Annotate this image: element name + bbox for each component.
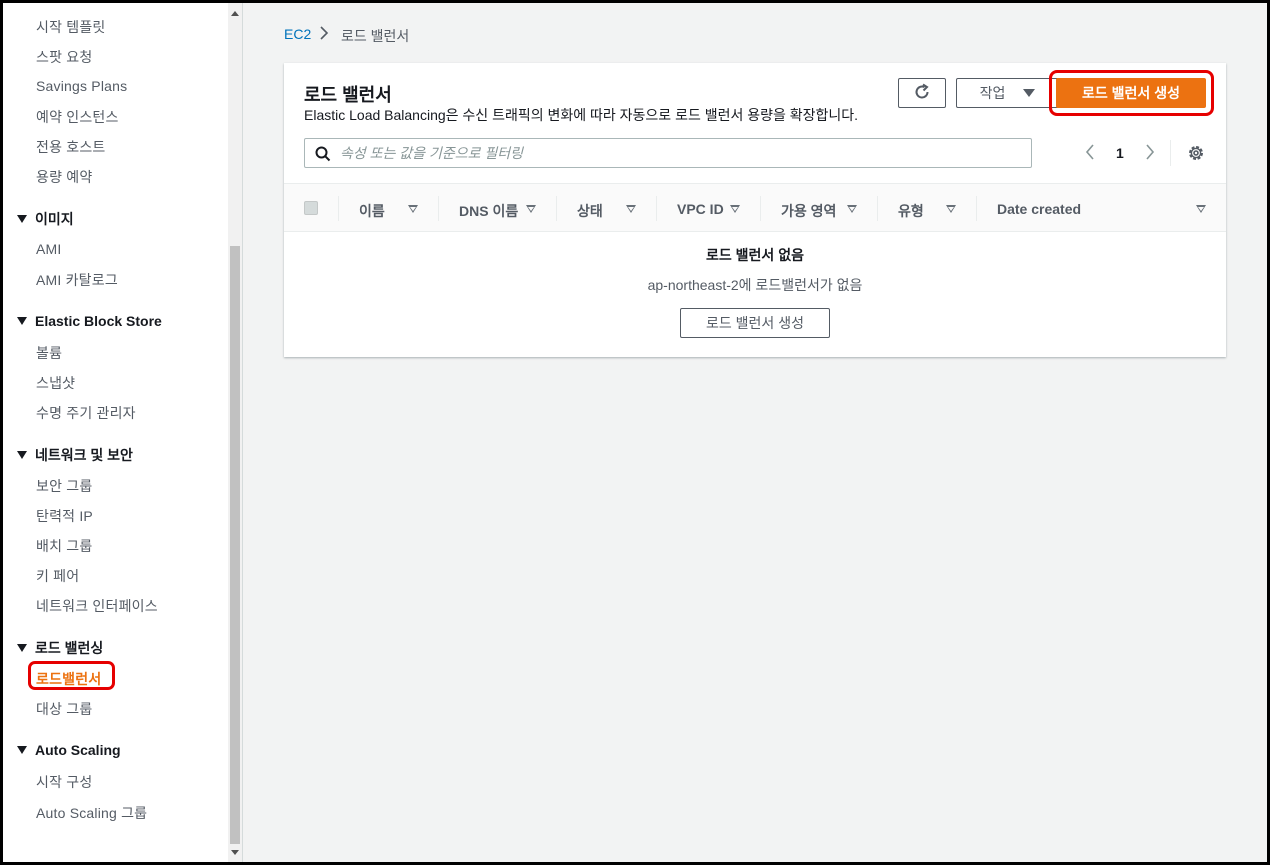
sort-icon[interactable] [526,205,536,213]
nav-item-target-groups[interactable]: 대상 그룹 [36,699,92,719]
nav-section-label: 로드 밸런싱 [35,640,104,656]
nav-section-ebs[interactable]: Elastic Block Store [17,313,162,329]
column-date-created[interactable]: Date created [997,201,1081,217]
sort-icon[interactable] [946,205,956,213]
search-icon [315,146,331,167]
page-title: 로드 밸런서 [304,85,392,105]
nav-item-elastic-ips[interactable]: 탄력적 IP [36,506,93,526]
empty-create-load-balancer-button[interactable]: 로드 밸런서 생성 [680,308,830,338]
refresh-button[interactable] [898,78,946,108]
page-description: Elastic Load Balancing은 수신 트래픽의 변화에 따라 자… [304,107,859,123]
breadcrumb-current: 로드 밸런서 [341,28,410,44]
nav-item-dedicated-hosts[interactable]: 전용 호스트 [36,137,106,157]
nav-item-spot-requests[interactable]: 스팟 요청 [36,47,92,67]
column-divider [438,196,439,221]
sidebar-scrollbar[interactable] [228,3,242,862]
nav-item-key-pairs[interactable]: 키 페어 [36,566,79,586]
breadcrumb-ec2[interactable]: EC2 [284,26,311,42]
sort-icon[interactable] [730,205,740,213]
chevron-right-icon[interactable] [1144,143,1156,166]
caret-down-icon [17,317,27,325]
column-type[interactable]: 유형 [898,201,924,221]
column-state[interactable]: 상태 [577,201,603,221]
page-number[interactable]: 1 [1116,145,1124,161]
nav-section-label: 이미지 [35,211,74,227]
column-vpc-id[interactable]: VPC ID [677,201,724,217]
filter-box[interactable] [304,138,1032,168]
nav-section-load-balancing[interactable]: 로드 밸런싱 [17,638,103,658]
column-divider [556,196,557,221]
app-frame: 시작 템플릿 스팟 요청 Savings Plans 예약 인스턴스 전용 호스… [3,3,1267,862]
nav-item-lifecycle-manager[interactable]: 수명 주기 관리자 [36,403,136,423]
empty-state-description: ap-northeast-2에 로드밸런서가 없음 [647,277,863,293]
nav-item-security-groups[interactable]: 보안 그룹 [36,476,92,496]
column-availability-zones[interactable]: 가용 영역 [781,201,836,221]
nav-highlight-box [28,661,115,690]
divider [1170,140,1171,166]
sort-icon[interactable] [626,205,636,213]
chevron-right-icon [319,25,329,44]
nav-section-label: 네트워크 및 보안 [35,447,133,463]
column-divider [976,196,977,221]
column-name[interactable]: 이름 [359,201,385,221]
nav-item-capacity-reservations[interactable]: 용량 예약 [36,167,92,187]
column-divider [877,196,878,221]
create-load-balancer-button[interactable]: 로드 밸런서 생성 [1056,78,1206,108]
nav-item-volumes[interactable]: 볼륨 [36,343,62,363]
nav-section-auto-scaling[interactable]: Auto Scaling [17,742,121,758]
nav-item-launch-templates[interactable]: 시작 템플릿 [36,17,106,37]
nav-item-snapshots[interactable]: 스냅샷 [36,373,75,393]
nav-item-reserved-instances[interactable]: 예약 인스턴스 [36,107,119,127]
nav-section-network-security[interactable]: 네트워크 및 보안 [17,445,133,465]
caret-down-icon [17,644,27,652]
nav-item-launch-configurations[interactable]: 시작 구성 [36,772,92,792]
load-balancer-panel: 로드 밸런서 Elastic Load Balancing은 수신 트래픽의 변… [284,63,1226,357]
nav-item-savings-plans[interactable]: Savings Plans [36,78,127,94]
nav-section-label: Elastic Block Store [35,313,162,329]
nav-item-network-interfaces[interactable]: 네트워크 인터페이스 [36,596,158,616]
filter-input[interactable] [340,143,1020,163]
caret-down-icon [17,215,27,223]
scroll-up-icon[interactable] [231,11,239,16]
sort-icon[interactable] [1196,205,1206,213]
scroll-down-icon[interactable] [231,850,239,855]
caret-down-icon [17,746,27,754]
column-divider [760,196,761,221]
nav-item-auto-scaling-groups[interactable]: Auto Scaling 그룹 [36,803,147,823]
sort-icon[interactable] [408,205,418,213]
refresh-icon [913,83,931,104]
nav-section-label: Auto Scaling [35,742,121,758]
caret-down-icon [17,451,27,459]
nav-item-ami-catalog[interactable]: AMI 카탈로그 [36,270,118,290]
sort-icon[interactable] [847,205,857,213]
chevron-left-icon[interactable] [1084,143,1096,166]
column-divider [338,196,339,221]
settings-icon[interactable] [1187,144,1205,167]
empty-state-title: 로드 밸런서 없음 [706,247,804,263]
select-all-checkbox[interactable] [304,201,318,215]
column-dns-name[interactable]: DNS 이름 [459,201,518,221]
nav-section-images[interactable]: 이미지 [17,209,74,229]
actions-dropdown[interactable]: 작업 [956,78,1059,108]
actions-label: 작업 [979,85,1006,101]
column-divider [656,196,657,221]
sidebar: 시작 템플릿 스팟 요청 Savings Plans 예약 인스턴스 전용 호스… [3,3,243,862]
nav-item-placement-groups[interactable]: 배치 그룹 [36,536,92,556]
caret-down-icon [1023,89,1036,97]
nav-item-ami[interactable]: AMI [36,241,62,257]
scroll-thumb[interactable] [230,246,240,844]
table-header: 이름 DNS 이름 상태 VPC ID 가용 영역 유형 Date create… [284,183,1226,232]
